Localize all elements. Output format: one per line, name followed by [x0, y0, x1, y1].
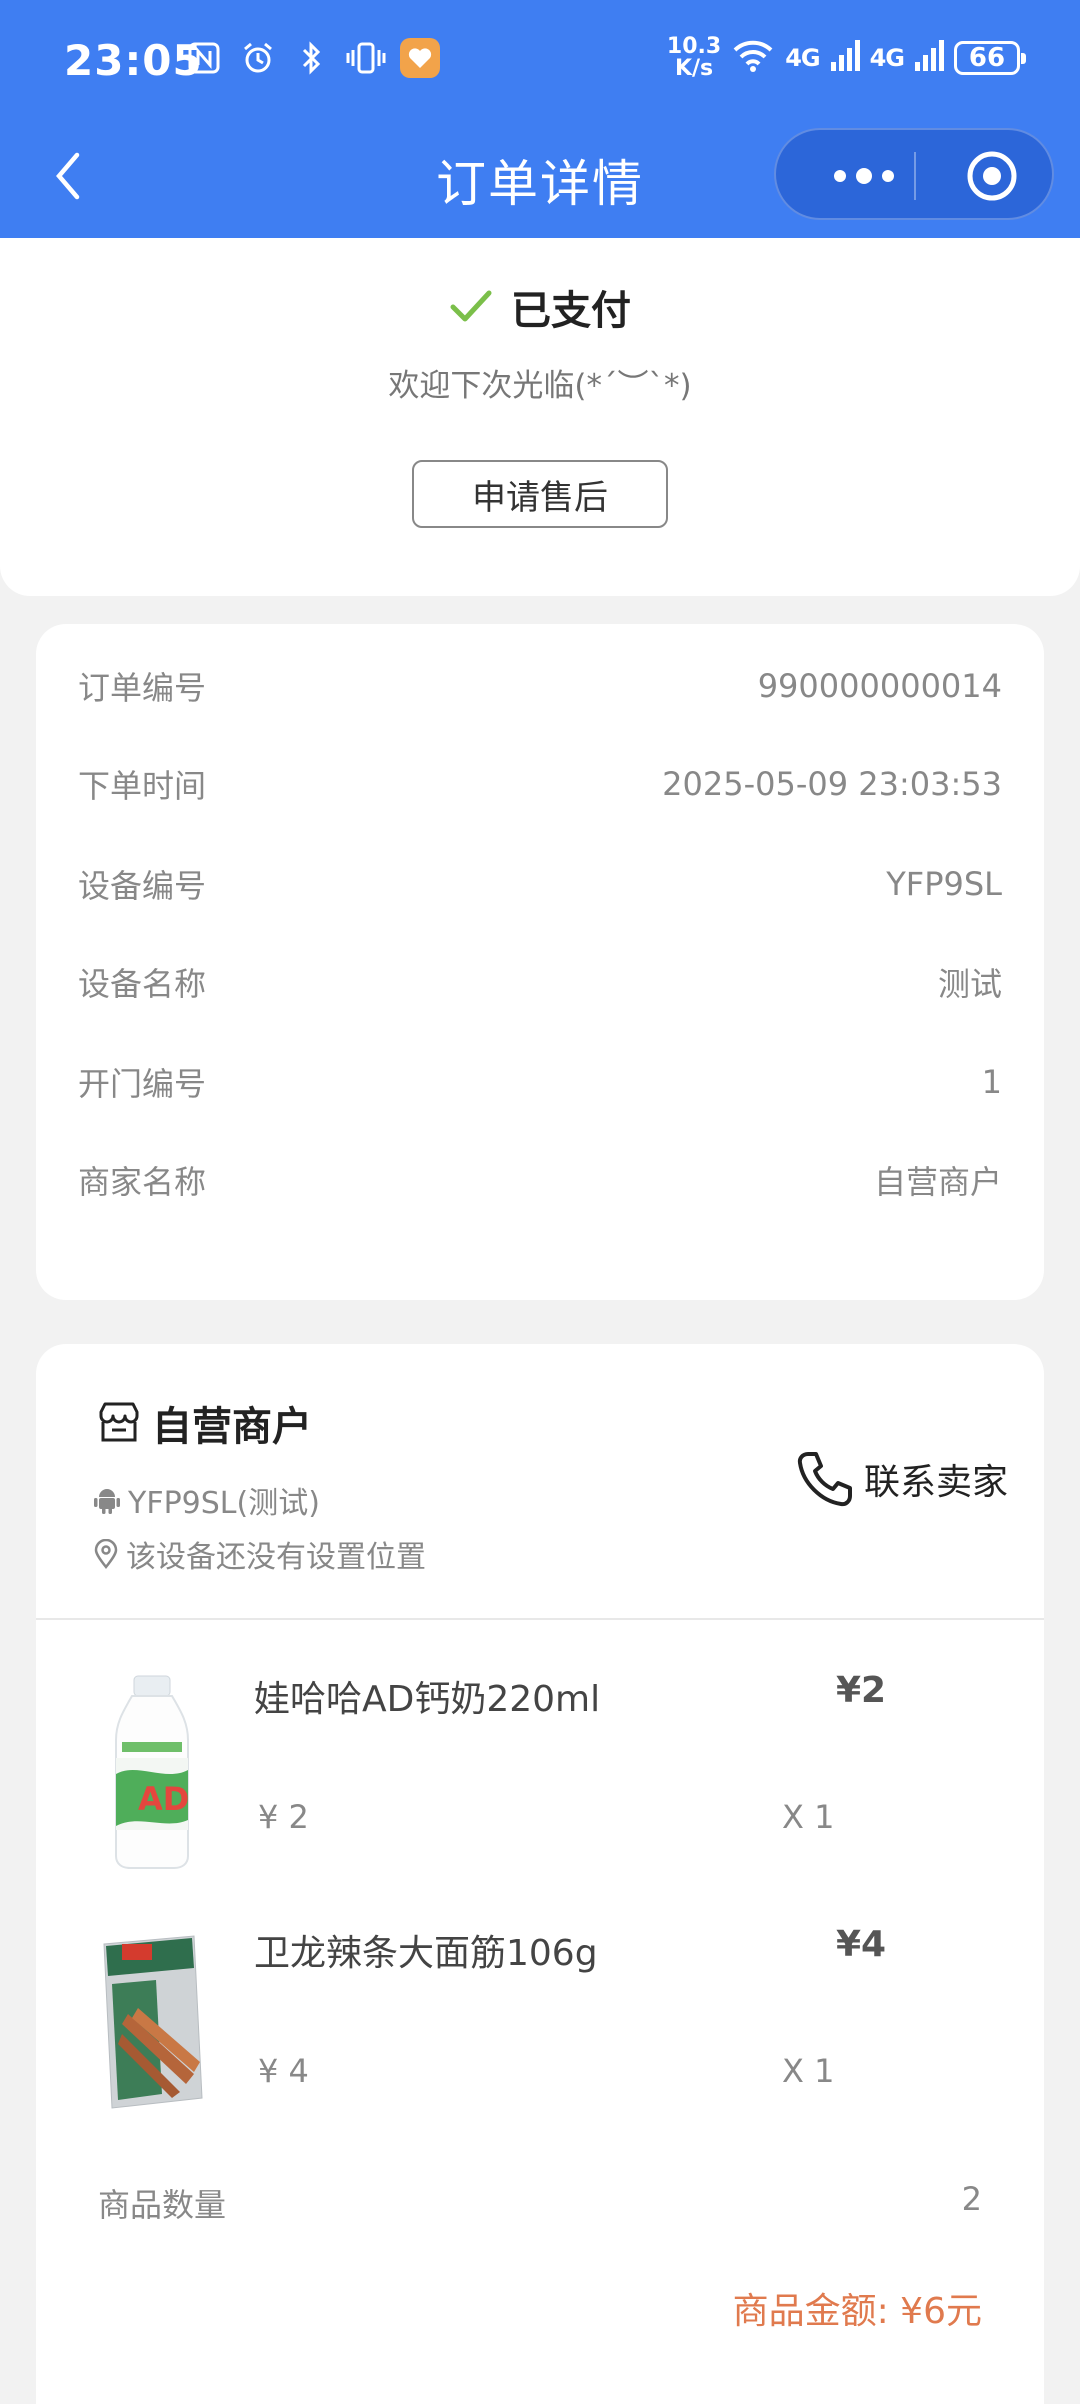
payment-status: 已支付	[0, 278, 1080, 336]
capsule-divider	[914, 152, 916, 200]
top-bar: 23:05 10.3 K/s 4G 4G 66 订单详情	[0, 0, 1080, 238]
signal-1-label: 4G	[785, 44, 820, 72]
product-image	[82, 1924, 222, 2124]
order-info-label: 订单编号	[78, 669, 207, 707]
order-info-value: 测试	[937, 965, 1002, 1003]
order-info-label: 下单时间	[78, 767, 207, 805]
status-icons-right: 10.3 K/s 4G 4G 66	[667, 36, 1026, 80]
alarm-icon	[238, 38, 278, 78]
battery-level: 66	[968, 43, 1006, 73]
location-pin-icon	[94, 1539, 118, 1569]
vibrate-icon	[346, 38, 386, 78]
order-info-value: 2025-05-09 23:03:53	[662, 765, 1002, 803]
payment-status-card: 已支付 欢迎下次光临(*´︶`*) 申请售后	[0, 238, 1080, 596]
order-info-row: 设备名称 测试	[78, 952, 1002, 1012]
more-dot	[882, 170, 894, 182]
close-mini-program-button[interactable]	[964, 148, 1020, 204]
product-total: ¥4	[836, 1924, 887, 1965]
order-info-row: 设备编号 YFP9SL	[78, 854, 1002, 914]
merchant-device: YFP9SL(测试)	[94, 1478, 320, 1522]
product-item: 卫龙辣条大面筋106g ¥4 ¥ 4 X 1	[36, 1924, 1044, 2144]
order-info-value: 自营商户	[873, 1163, 1002, 1201]
more-button[interactable]	[814, 148, 914, 204]
product-count-label: 商品数量	[98, 2186, 227, 2224]
status-icons-left	[184, 38, 440, 78]
apply-after-sale-button[interactable]: 申请售后	[412, 460, 668, 528]
nav-bar: 订单详情	[0, 120, 1080, 238]
welcome-message: 欢迎下次光临(*´︶`*)	[388, 368, 692, 404]
store-icon	[99, 1402, 139, 1442]
app-notification-icon	[400, 38, 440, 78]
merchant-location: 该设备还没有设置位置	[94, 1532, 426, 1576]
merchant-device-text: YFP9SL(测试)	[128, 1486, 320, 1521]
net-speed: 10.3 K/s	[667, 36, 721, 80]
product-quantity: X 1	[782, 1798, 835, 1836]
payment-status-text: 已支付	[511, 288, 631, 334]
order-info-card: 订单编号 990000000014 下单时间 2025-05-09 23:03:…	[36, 624, 1044, 1300]
order-info-value: 1	[981, 1063, 1002, 1101]
more-dot	[856, 168, 872, 184]
product-name: 卫龙辣条大面筋106g	[254, 1933, 598, 1974]
wifi-icon	[731, 37, 775, 79]
net-speed-value: 10.3	[666, 34, 722, 59]
product-count-row: 商品数量 2	[98, 2180, 982, 2226]
product-name: 娃哈哈AD钙奶220ml	[254, 1679, 601, 1720]
order-info-label: 开门编号	[78, 1065, 207, 1103]
bluetooth-icon	[292, 38, 332, 78]
merchant-name: 自营商户	[152, 1404, 312, 1450]
order-info-row: 商家名称 自营商户	[78, 1150, 1002, 1210]
order-info-label: 设备编号	[78, 867, 207, 905]
order-info-value: YFP9SL	[886, 865, 1002, 903]
status-bar: 23:05 10.3 K/s 4G 4G 66	[0, 0, 1080, 120]
target-icon	[967, 151, 1017, 201]
merchant-header: 自营商户	[96, 1394, 312, 1452]
divider	[36, 1618, 1044, 1620]
status-time: 23:05	[64, 36, 203, 85]
order-info-label: 设备名称	[78, 965, 207, 1003]
milk-bottle-image: AD	[115, 1675, 189, 1869]
signal-bars-1-icon	[830, 38, 860, 78]
android-icon	[94, 1489, 120, 1514]
signal-2-label: 4G	[869, 44, 905, 72]
order-info-label: 商家名称	[78, 1163, 207, 1201]
snack-bag-image	[103, 1935, 203, 2109]
merchant-location-text: 该设备还没有设置位置	[126, 1540, 426, 1575]
contact-seller-label: 联系卖家	[864, 1462, 1009, 1503]
contact-seller-button[interactable]: 联系卖家	[794, 1448, 1008, 1510]
mini-program-capsule	[774, 128, 1054, 220]
product-count-value: 2	[961, 2180, 982, 2218]
product-image: AD	[82, 1670, 222, 1870]
nfc-icon	[184, 38, 224, 78]
net-speed-unit: K/s	[674, 56, 714, 81]
more-dot	[834, 170, 846, 182]
merchant-card: 自营商户 YFP9SL(测试) 该设备还没有设置位置 联系卖家 AD 娃哈哈AD…	[36, 1344, 1044, 2404]
product-item: AD 娃哈哈AD钙奶220ml ¥2 ¥ 2 X 1	[36, 1670, 1044, 1890]
battery-icon: 66	[954, 41, 1026, 75]
order-info-row: 开门编号 1	[78, 1052, 1002, 1112]
product-total: ¥2	[836, 1670, 887, 1711]
product-unit-price: ¥ 2	[258, 1798, 309, 1836]
product-quantity: X 1	[782, 2052, 835, 2090]
order-info-value: 990000000014	[757, 667, 1002, 705]
check-icon	[450, 290, 492, 322]
svg-text:AD: AD	[138, 1780, 189, 1818]
order-info-row: 订单编号 990000000014	[78, 656, 1002, 716]
signal-bars-2-icon	[914, 38, 944, 78]
product-unit-price: ¥ 4	[258, 2052, 309, 2090]
order-info-row: 下单时间 2025-05-09 23:03:53	[78, 754, 1002, 814]
total-amount: 商品金额: ¥6元	[732, 2291, 982, 2332]
phone-icon	[797, 1452, 852, 1507]
